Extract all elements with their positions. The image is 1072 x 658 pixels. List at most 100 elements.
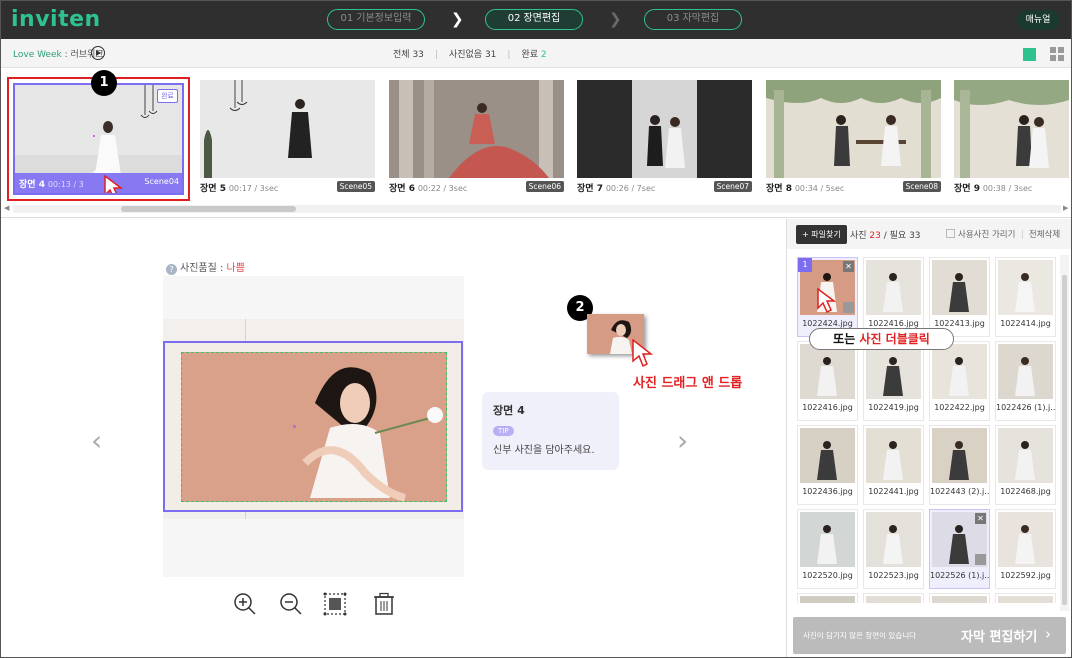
fit-frame-icon[interactable] xyxy=(323,592,347,616)
zoom-out-icon[interactable] xyxy=(279,592,303,616)
zoom-in-icon[interactable] xyxy=(233,592,257,616)
photo-thumbnail[interactable] xyxy=(932,344,987,399)
photo-thumbnail[interactable] xyxy=(866,512,921,567)
photo-cell[interactable]: 1022520.jpg xyxy=(797,509,858,589)
photo-scrollbar[interactable] xyxy=(1060,255,1069,611)
photo-cell[interactable]: 1022443 (2).j... xyxy=(929,425,990,505)
expand-icon[interactable] xyxy=(975,554,986,565)
checkbox-icon[interactable] xyxy=(946,229,955,238)
canvas-toolbar xyxy=(233,592,403,616)
scene-thumbnail[interactable] xyxy=(389,80,564,178)
photo-cell[interactable]: 1022413.jpg xyxy=(929,257,990,337)
photo-cell[interactable]: 1022441.jpg xyxy=(863,425,924,505)
scene-thumbnail[interactable] xyxy=(200,80,375,178)
trash-icon[interactable] xyxy=(372,592,396,616)
scene-canvas xyxy=(163,276,464,577)
photo-thumbnail[interactable] xyxy=(998,512,1053,567)
photo-thumbnail[interactable] xyxy=(800,596,855,603)
cursor-icon xyxy=(817,288,837,314)
photo-cell[interactable]: ✕ 1022526 (1).j... xyxy=(929,509,990,589)
photo-image xyxy=(866,428,921,483)
expand-icon[interactable] xyxy=(843,302,854,313)
photo-thumbnail[interactable] xyxy=(998,596,1053,603)
remove-photo-icon[interactable]: ✕ xyxy=(843,261,854,272)
scene-thumbnail[interactable] xyxy=(577,80,752,178)
single-view-icon[interactable] xyxy=(1023,48,1036,61)
photo-thumbnail[interactable] xyxy=(998,428,1053,483)
photo-count: 사진 23 / 필요 33 xyxy=(850,228,921,241)
photo-cell[interactable]: 1022523.jpg xyxy=(863,509,924,589)
scene-name: 장면 8 xyxy=(766,184,792,194)
photo-cell[interactable]: 1022592.jpg xyxy=(995,509,1056,589)
scene-scrollbar[interactable] xyxy=(13,205,1061,213)
photo-cell[interactable]: 1022419.jpg xyxy=(863,341,924,421)
scrollbar-thumb[interactable] xyxy=(1062,275,1067,605)
scene-card[interactable]: 장면 6 00:22 / 3sec Scene06 xyxy=(389,80,564,197)
photo-cell[interactable]: 1022416.jpg xyxy=(863,257,924,337)
scene-time: 00:34 / 5sec xyxy=(794,184,845,193)
done-value: 2 xyxy=(540,50,547,60)
photo-cell[interactable] xyxy=(797,593,858,603)
safe-area xyxy=(181,352,447,502)
step-number: 01 xyxy=(340,13,354,24)
help-icon[interactable]: ? xyxy=(166,264,177,275)
scene-thumbnail[interactable] xyxy=(954,80,1069,178)
scene-card[interactable]: 장면 7 00:26 / 7sec Scene07 xyxy=(577,80,752,197)
step-basic-info[interactable]: 01 기본정보입력 xyxy=(327,9,425,30)
prev-scene-icon[interactable]: ‹ xyxy=(91,424,102,457)
photo-thumbnail[interactable] xyxy=(866,428,921,483)
step-scene-edit[interactable]: 02 장면편집 xyxy=(485,9,583,30)
step-subtitle-edit[interactable]: 03 자막편집 xyxy=(644,9,742,30)
next-scene-icon[interactable]: › xyxy=(677,424,688,457)
photo-cell[interactable]: 1022436.jpg xyxy=(797,425,858,505)
find-file-button[interactable]: + 파일찾기 xyxy=(796,225,847,244)
hide-used-label: 사용사진 가리기 xyxy=(958,230,1016,240)
scroll-right-icon[interactable]: ▶ xyxy=(1063,204,1068,212)
scene-thumbnail[interactable] xyxy=(766,80,941,178)
scene-image xyxy=(200,80,375,178)
photo-thumbnail[interactable] xyxy=(998,344,1053,399)
photo-thumbnail[interactable] xyxy=(800,344,855,399)
grid-view-icon[interactable] xyxy=(1050,47,1064,61)
scroll-left-icon[interactable]: ◀ xyxy=(4,204,9,212)
scene-thumbnail[interactable]: 완료 장면 4 00:13 / 3 Scene04 xyxy=(13,83,184,195)
scene-name: 장면 5 xyxy=(200,184,226,194)
photo-cell[interactable] xyxy=(863,593,924,603)
photo-thumbnail[interactable] xyxy=(866,596,921,603)
delete-all-button[interactable]: | 전체삭제 xyxy=(1021,228,1060,240)
scene-card-selected[interactable]: 완료 장면 4 00:13 / 3 Scene04 xyxy=(7,77,190,201)
photo-cell[interactable]: 1022416.jpg xyxy=(797,341,858,421)
photo-thumbnail[interactable] xyxy=(800,428,855,483)
photo-thumbnail[interactable] xyxy=(998,260,1053,315)
photo-image xyxy=(932,428,987,483)
photo-thumbnail[interactable] xyxy=(800,512,855,567)
selected-number-badge: 1 xyxy=(798,258,812,272)
logo[interactable]: inviten xyxy=(11,7,101,32)
photo-thumbnail[interactable] xyxy=(932,260,987,315)
scene-card[interactable]: 장면 8 00:34 / 5sec Scene08 xyxy=(766,80,941,197)
subtitle-edit-button[interactable]: 사진이 담기지 않은 장면이 있습니다 자막 편집하기 › xyxy=(793,617,1066,654)
scrollbar-thumb[interactable] xyxy=(121,206,296,212)
photo-thumbnail[interactable] xyxy=(866,344,921,399)
scene-meta: 장면 8 00:34 / 5sec Scene08 xyxy=(766,181,941,195)
manual-button[interactable]: 매뉴얼 xyxy=(1017,10,1059,30)
photo-cell[interactable]: 1022422.jpg xyxy=(929,341,990,421)
photo-frame[interactable] xyxy=(163,341,463,512)
hide-used-toggle[interactable]: 사용사진 가리기 xyxy=(946,228,1015,240)
photo-cell[interactable]: 1022414.jpg xyxy=(995,257,1056,337)
scene-name: 장면 7 xyxy=(577,184,603,194)
remove-photo-icon[interactable]: ✕ xyxy=(975,513,986,524)
scene-card[interactable]: 장면 9 00:38 / 3sec xyxy=(954,80,1069,197)
photo-quality: ? 사진품질 : 나쁨 xyxy=(166,259,245,275)
play-icon[interactable] xyxy=(91,46,105,60)
scene-card[interactable]: 장면 5 00:17 / 3sec Scene05 xyxy=(200,80,375,197)
photo-cell[interactable] xyxy=(995,593,1056,603)
photo-thumbnail[interactable] xyxy=(866,260,921,315)
photo-cell[interactable]: 1 ✕ 1022424.jpg xyxy=(797,257,858,337)
no-photo-value: 31 xyxy=(484,50,497,60)
photo-cell[interactable]: 1022426 (1).j... xyxy=(995,341,1056,421)
photo-thumbnail[interactable] xyxy=(932,428,987,483)
photo-cell[interactable]: 1022468.jpg xyxy=(995,425,1056,505)
photo-thumbnail[interactable] xyxy=(932,596,987,603)
photo-cell[interactable] xyxy=(929,593,990,603)
